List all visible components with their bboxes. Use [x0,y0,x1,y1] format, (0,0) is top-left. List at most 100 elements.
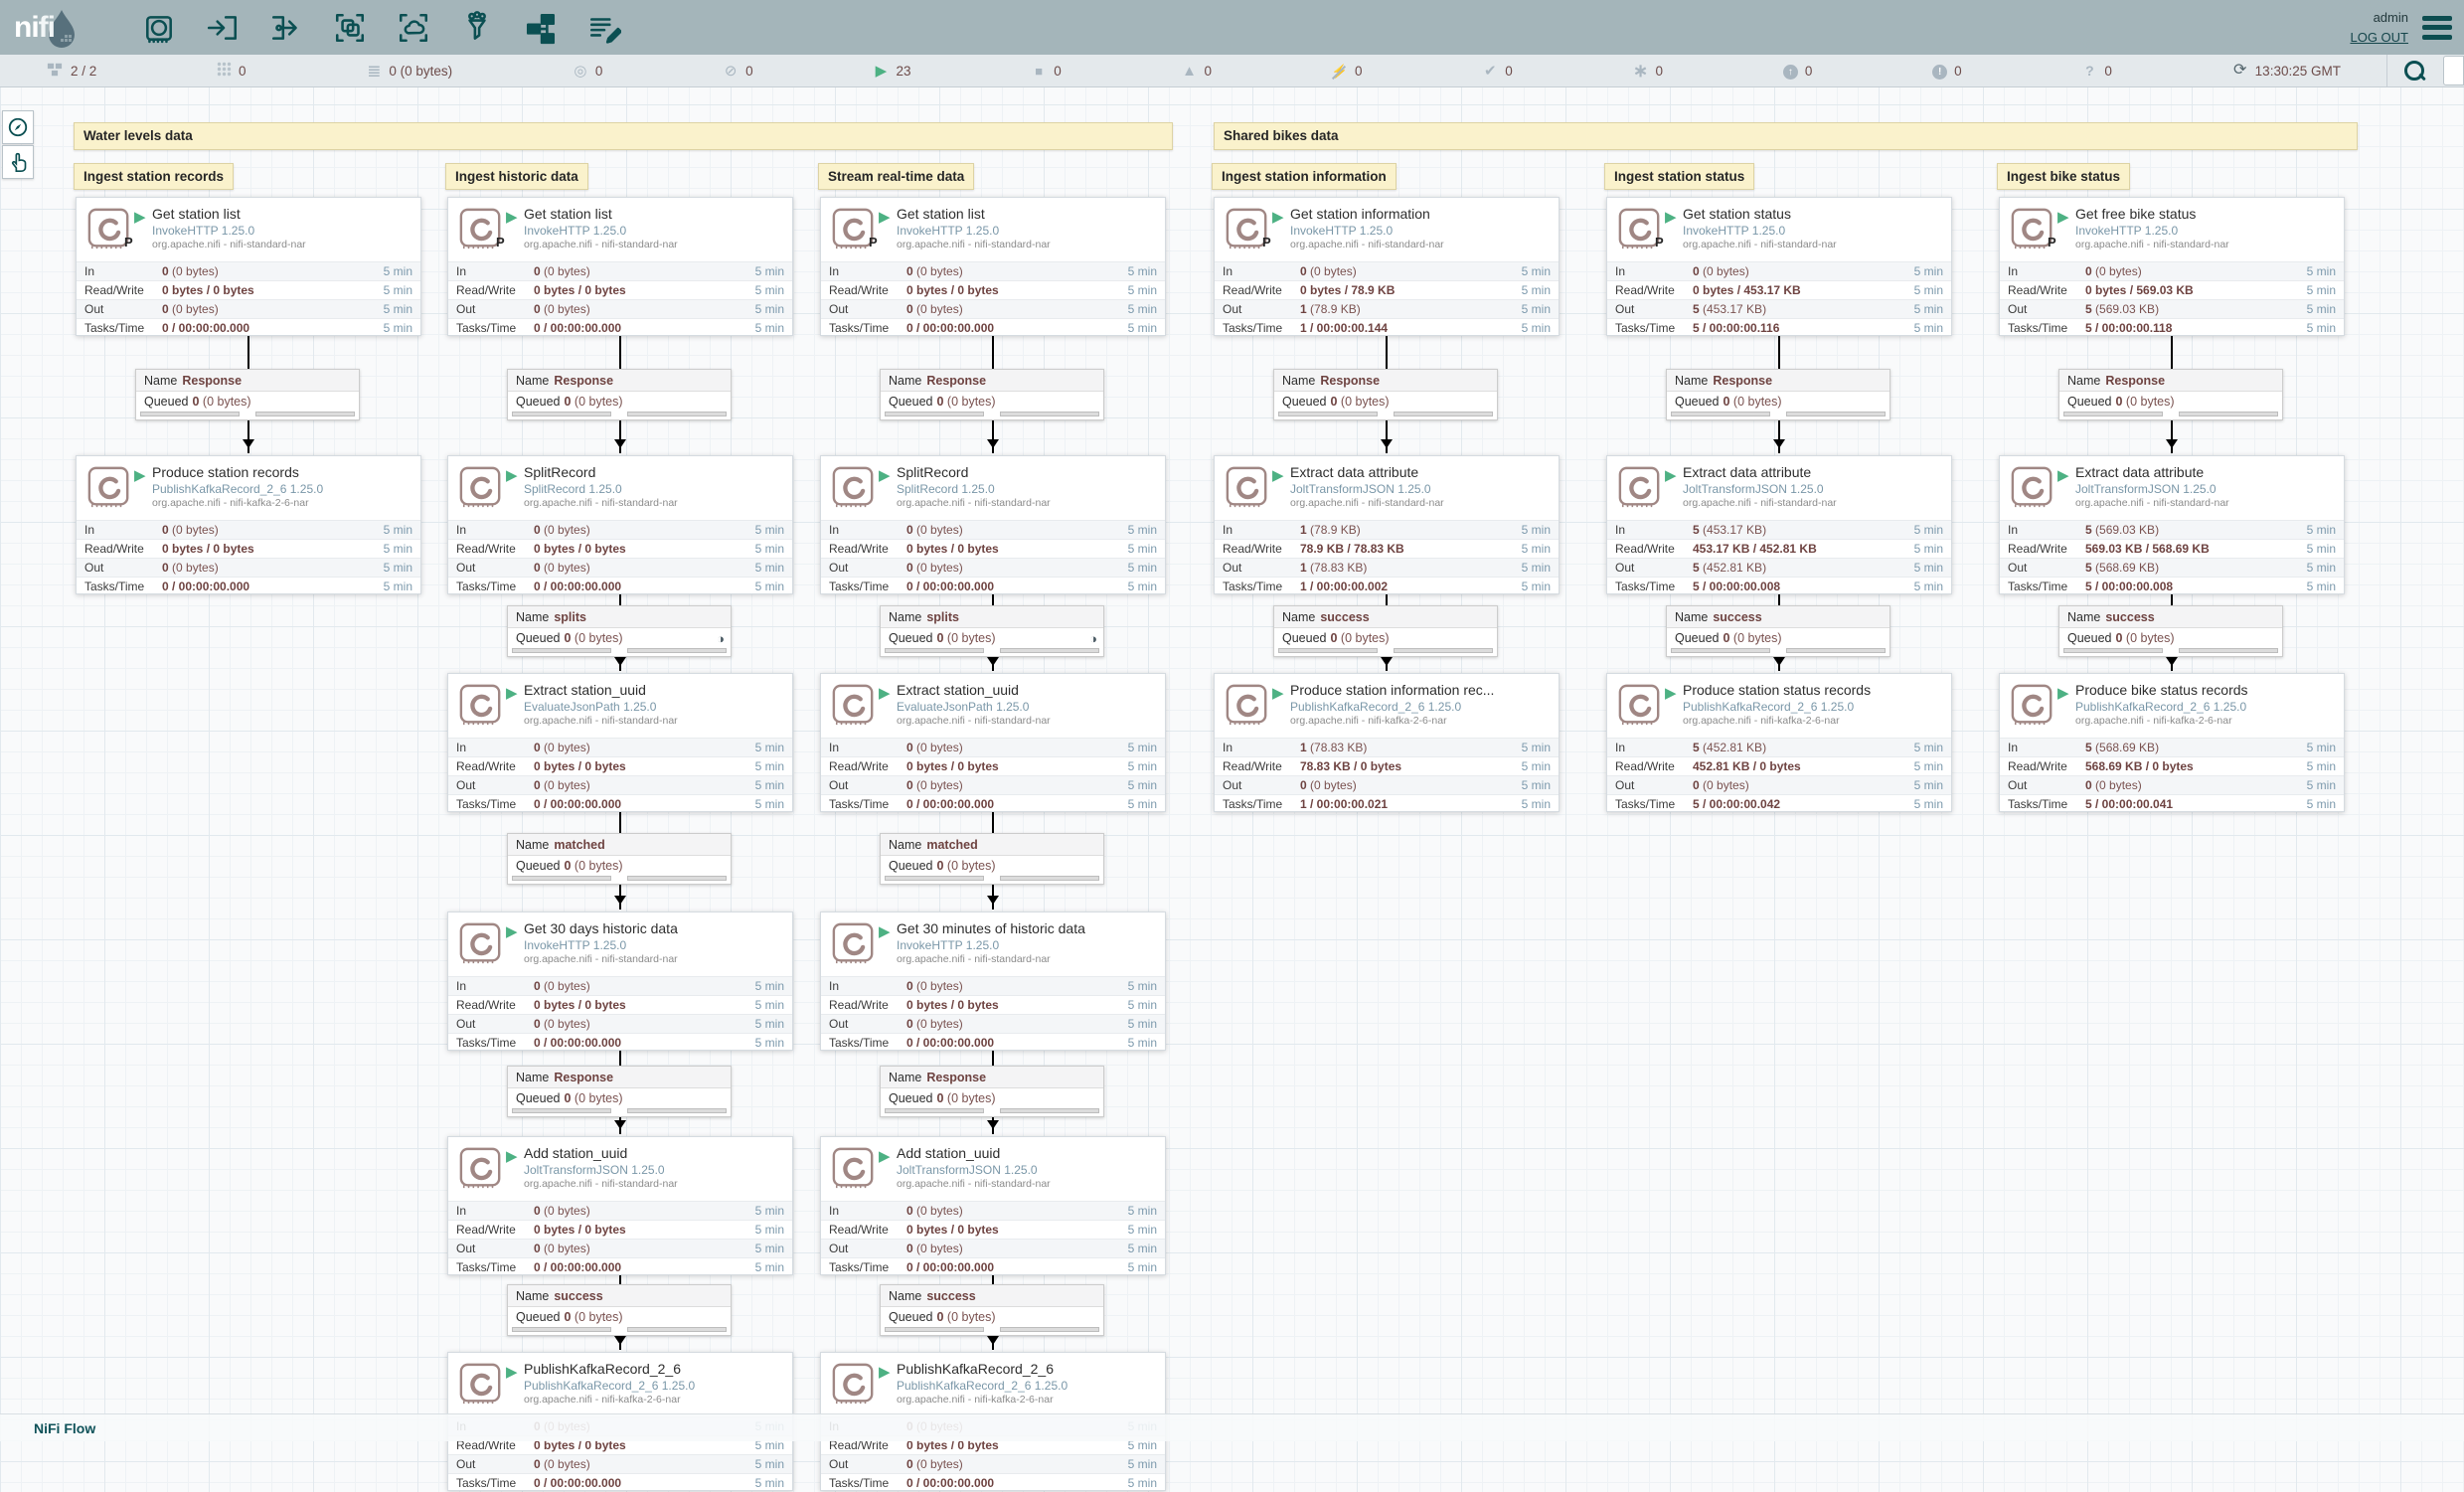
section-label[interactable]: Ingest station records [74,163,234,190]
funnel-palette-button[interactable] [459,10,495,46]
connection-label[interactable]: NamesuccessQueued0 (0 bytes) [507,1284,732,1336]
processor[interactable]: ▶Get 30 minutes of historic dataInvokeHT… [820,912,1166,1051]
input-port-palette-button[interactable] [205,10,241,46]
output-port-palette-button[interactable] [268,10,304,46]
connection-label[interactable]: NamesplitsQueued0 (0 bytes)◑ [507,605,732,657]
processor[interactable]: ▶Produce station recordsPublishKafkaReco… [76,455,421,594]
connection-label[interactable]: NameResponseQueued0 (0 bytes) [507,369,732,420]
processor-name: Extract station_uuid [524,682,784,698]
process-group-palette-button[interactable] [332,10,368,46]
stat-row: Tasks/Time0 / 00:00:00.0005 min [821,577,1165,595]
navigate-palette-button[interactable] [2,110,34,144]
processor[interactable]: P▶Get station listInvokeHTTP 1.25.0org.a… [76,197,421,336]
section-label[interactable]: Ingest station status [1604,163,1754,190]
operate-palette-button[interactable] [2,145,34,179]
stat-row: In5 (452.81 KB)5 min [1607,738,1951,756]
stat-label: Out [829,778,906,792]
connection-label[interactable]: NamesuccessQueued0 (0 bytes) [1273,605,1498,657]
stat-row: In0 (0 bytes)5 min [448,1201,792,1220]
group-label[interactable]: Shared bikes data [1214,122,2358,150]
processor[interactable]: ▶Add station_uuidJoltTransformJSON 1.25.… [447,1136,793,1275]
status-sync-failure: ?0 [2081,64,2112,79]
stat-window: 5 min [1914,778,1943,792]
processor[interactable]: P▶Get station statusInvokeHTTP 1.25.0org… [1606,197,1952,336]
processor[interactable]: ▶Produce station status recordsPublishKa… [1606,673,1952,812]
stat-window: 5 min [2307,561,2336,575]
stat-value: 0 (0 bytes) [534,1017,755,1031]
connection-name-row: Namesuccess [2059,606,2282,628]
stat-row: Read/Write0 bytes / 453.17 KB5 min [1607,280,1951,299]
stat-value: 0 (0 bytes) [906,1017,1128,1031]
processor-type: PublishKafkaRecord_2_6 1.25.0 [2075,700,2246,714]
threads-icon [217,62,232,80]
refresh-icon: ⟳ [2232,63,2248,79]
section-label[interactable]: Stream real-time data [818,163,974,190]
nifi-canvas-page: { "header": { "logo_text_ni": "ni", "log… [0,0,2464,1440]
status-corner-button[interactable] [2443,56,2464,85]
processor[interactable]: ▶Extract data attributeJoltTransformJSON… [1214,455,1560,594]
status-refresh[interactable]: ⟳13:30:25 GMT [2232,63,2341,79]
run-status-icon: ▶ [879,1363,891,1381]
stat-value: 0 (0 bytes) [906,264,1128,278]
processor[interactable]: P▶Get free bike statusInvokeHTTP 1.25.0o… [1999,197,2345,336]
data-size-threshold-bar [1394,412,1493,416]
processor-bundle: org.apache.nifi - nifi-standard-nar [152,239,306,250]
connection-label[interactable]: NameResponseQueued0 (0 bytes) [135,369,360,420]
search-button[interactable] [2386,55,2441,86]
section-label[interactable]: Ingest station information [1212,163,1396,190]
stat-window: 5 min [1128,1223,1157,1237]
connection-label[interactable]: NameResponseQueued0 (0 bytes) [1666,369,1890,420]
load-balance-icon: ◑ [1089,631,1097,646]
connection-label[interactable]: NameResponseQueued0 (0 bytes) [880,1066,1104,1117]
section-label[interactable]: Ingest historic data [445,163,588,190]
processor[interactable]: ▶Extract station_uuidEvaluateJsonPath 1.… [820,673,1166,812]
stat-value: 0 (0 bytes) [906,523,1128,537]
processor[interactable]: ▶Extract data attributeJoltTransformJSON… [1606,455,1952,594]
processor[interactable]: P▶Get station listInvokeHTTP 1.25.0org.a… [820,197,1166,336]
stat-label: Tasks/Time [456,1476,534,1490]
processor[interactable]: ▶SplitRecordSplitRecord 1.25.0org.apache… [447,455,793,594]
log-out-link[interactable]: LOG OUT [2350,28,2408,48]
processor[interactable]: ▶Add station_uuidJoltTransformJSON 1.25.… [820,1136,1166,1275]
processor[interactable]: ▶Produce bike status recordsPublishKafka… [1999,673,2345,812]
label-palette-button[interactable] [586,10,622,46]
processor-name: Extract station_uuid [897,682,1157,698]
connection-label[interactable]: NamesplitsQueued0 (0 bytes)◑ [880,605,1104,657]
connection-label[interactable]: NameResponseQueued0 (0 bytes) [507,1066,732,1117]
processor[interactable]: ▶Extract data attributeJoltTransformJSON… [1999,455,2345,594]
stat-value: 0 (0 bytes) [162,302,384,316]
stat-window: 5 min [1128,759,1157,773]
processor[interactable]: P▶Get station informationInvokeHTTP 1.25… [1214,197,1560,336]
processor[interactable]: ▶Extract station_uuidEvaluateJsonPath 1.… [447,673,793,812]
stat-window: 5 min [1128,1476,1157,1490]
object-threshold-bar [512,876,611,881]
breadcrumb[interactable]: NiFi Flow [34,1420,95,1436]
group-label[interactable]: Water levels data [74,122,1173,150]
connection-label[interactable]: NameResponseQueued0 (0 bytes) [1273,369,1498,420]
template-palette-button[interactable] [523,10,559,46]
connection-label[interactable]: NamematchedQueued0 (0 bytes) [880,833,1104,885]
connection-label[interactable]: NamesuccessQueued0 (0 bytes) [1666,605,1890,657]
processor-name: Get station status [1683,206,1943,222]
connection-name-row: NameResponse [2059,370,2282,392]
navigate-compass-icon [7,116,29,138]
remote-process-group-palette-button[interactable] [396,10,431,46]
processor-palette-button[interactable] [141,10,177,46]
connection-label[interactable]: NamesuccessQueued0 (0 bytes) [880,1284,1104,1336]
connection-name-label: Name [1675,374,1708,388]
processor[interactable]: P▶Get station listInvokeHTTP 1.25.0org.a… [447,197,793,336]
processor[interactable]: ▶Get 30 days historic dataInvokeHTTP 1.2… [447,912,793,1051]
connection-label[interactable]: NamesuccessQueued0 (0 bytes) [2058,605,2283,657]
status-queued-value: 0 (0 bytes) [389,64,452,79]
global-menu-icon[interactable] [2422,16,2452,40]
connection-queued-row: Queued0 (0 bytes) [1667,628,1889,648]
processor[interactable]: ▶SplitRecordSplitRecord 1.25.0org.apache… [820,455,1166,594]
connection-label[interactable]: NamematchedQueued0 (0 bytes) [507,833,732,885]
connection-label[interactable]: NameResponseQueued0 (0 bytes) [2058,369,2283,420]
section-label[interactable]: Ingest bike status [1997,163,2130,190]
stat-row: Read/Write78.83 KB / 0 bytes5 min [1215,756,1559,775]
stat-row: Out5 (453.17 KB)5 min [1607,299,1951,318]
status-disabled-value: 0 [1355,64,1363,79]
connection-label[interactable]: NameResponseQueued0 (0 bytes) [880,369,1104,420]
processor[interactable]: ▶Produce station information rec...Publi… [1214,673,1560,812]
